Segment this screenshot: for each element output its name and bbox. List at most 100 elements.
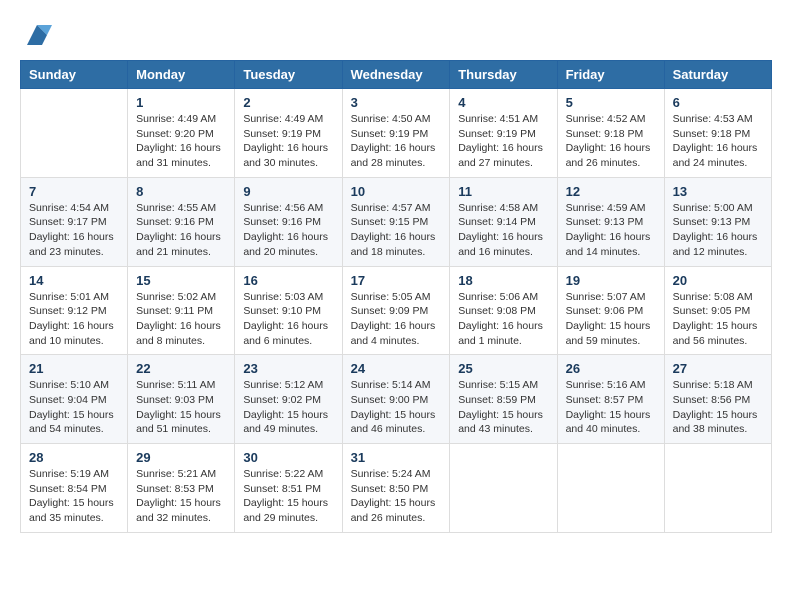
day-info: and 49 minutes. <box>243 422 333 437</box>
day-info: Sunrise: 5:24 AM <box>351 467 442 482</box>
calendar-day-header: Wednesday <box>342 61 450 89</box>
day-number: 16 <box>243 273 333 288</box>
day-info: Daylight: 15 hours <box>136 496 226 511</box>
calendar-cell: 31Sunrise: 5:24 AMSunset: 8:50 PMDayligh… <box>342 444 450 533</box>
day-info: Daylight: 15 hours <box>29 496 119 511</box>
day-info: Sunrise: 4:52 AM <box>566 112 656 127</box>
day-info: Sunset: 9:02 PM <box>243 393 333 408</box>
day-number: 19 <box>566 273 656 288</box>
day-info: Daylight: 15 hours <box>566 408 656 423</box>
day-number: 13 <box>673 184 763 199</box>
calendar-cell: 6Sunrise: 4:53 AMSunset: 9:18 PMDaylight… <box>664 89 771 178</box>
day-info: and 43 minutes. <box>458 422 548 437</box>
day-info: Sunrise: 5:19 AM <box>29 467 119 482</box>
day-info: Daylight: 15 hours <box>351 496 442 511</box>
calendar-cell: 26Sunrise: 5:16 AMSunset: 8:57 PMDayligh… <box>557 355 664 444</box>
day-number: 3 <box>351 95 442 110</box>
calendar-cell: 16Sunrise: 5:03 AMSunset: 9:10 PMDayligh… <box>235 266 342 355</box>
day-number: 1 <box>136 95 226 110</box>
day-number: 20 <box>673 273 763 288</box>
day-info: Sunset: 9:19 PM <box>458 127 548 142</box>
day-info: Sunrise: 5:16 AM <box>566 378 656 393</box>
day-info: and 30 minutes. <box>243 156 333 171</box>
calendar-cell: 11Sunrise: 4:58 AMSunset: 9:14 PMDayligh… <box>450 177 557 266</box>
day-info: Sunset: 9:16 PM <box>136 215 226 230</box>
day-info: Daylight: 16 hours <box>243 230 333 245</box>
day-info: Sunset: 9:11 PM <box>136 304 226 319</box>
day-info: Daylight: 16 hours <box>136 319 226 334</box>
logo-icon <box>22 20 52 50</box>
day-info: Sunrise: 4:51 AM <box>458 112 548 127</box>
calendar-day-header: Saturday <box>664 61 771 89</box>
day-info: and 16 minutes. <box>458 245 548 260</box>
calendar-week-row: 7Sunrise: 4:54 AMSunset: 9:17 PMDaylight… <box>21 177 772 266</box>
day-info: Sunset: 9:15 PM <box>351 215 442 230</box>
day-info: and 38 minutes. <box>673 422 763 437</box>
day-info: Sunset: 9:06 PM <box>566 304 656 319</box>
day-info: and 23 minutes. <box>29 245 119 260</box>
day-number: 27 <box>673 361 763 376</box>
day-info: Sunrise: 5:08 AM <box>673 290 763 305</box>
day-info: and 6 minutes. <box>243 334 333 349</box>
day-info: and 14 minutes. <box>566 245 656 260</box>
day-info: Daylight: 15 hours <box>29 408 119 423</box>
day-info: Daylight: 15 hours <box>351 408 442 423</box>
day-number: 26 <box>566 361 656 376</box>
day-info: Sunset: 8:59 PM <box>458 393 548 408</box>
day-info: Daylight: 15 hours <box>566 319 656 334</box>
day-info: Sunrise: 5:22 AM <box>243 467 333 482</box>
calendar-week-row: 1Sunrise: 4:49 AMSunset: 9:20 PMDaylight… <box>21 89 772 178</box>
day-info: and 46 minutes. <box>351 422 442 437</box>
day-info: Sunset: 8:51 PM <box>243 482 333 497</box>
day-number: 7 <box>29 184 119 199</box>
day-info: Sunset: 9:08 PM <box>458 304 548 319</box>
day-info: Sunrise: 4:54 AM <box>29 201 119 216</box>
calendar-cell: 15Sunrise: 5:02 AMSunset: 9:11 PMDayligh… <box>128 266 235 355</box>
day-info: Sunset: 9:09 PM <box>351 304 442 319</box>
day-info: and 29 minutes. <box>243 511 333 526</box>
day-info: and 40 minutes. <box>566 422 656 437</box>
logo <box>20 20 52 50</box>
day-info: Sunrise: 4:57 AM <box>351 201 442 216</box>
calendar-cell: 21Sunrise: 5:10 AMSunset: 9:04 PMDayligh… <box>21 355 128 444</box>
day-info: and 26 minutes. <box>351 511 442 526</box>
day-info: Sunrise: 5:10 AM <box>29 378 119 393</box>
calendar-cell: 29Sunrise: 5:21 AMSunset: 8:53 PMDayligh… <box>128 444 235 533</box>
day-info: Sunrise: 5:00 AM <box>673 201 763 216</box>
calendar-cell: 13Sunrise: 5:00 AMSunset: 9:13 PMDayligh… <box>664 177 771 266</box>
calendar-cell: 2Sunrise: 4:49 AMSunset: 9:19 PMDaylight… <box>235 89 342 178</box>
day-info: Daylight: 16 hours <box>29 230 119 245</box>
day-info: Daylight: 16 hours <box>136 230 226 245</box>
day-info: Sunrise: 5:03 AM <box>243 290 333 305</box>
calendar-cell: 14Sunrise: 5:01 AMSunset: 9:12 PMDayligh… <box>21 266 128 355</box>
calendar-cell: 8Sunrise: 4:55 AMSunset: 9:16 PMDaylight… <box>128 177 235 266</box>
day-info: Daylight: 15 hours <box>243 496 333 511</box>
day-info: Daylight: 16 hours <box>566 230 656 245</box>
day-info: Sunrise: 5:11 AM <box>136 378 226 393</box>
day-number: 15 <box>136 273 226 288</box>
calendar-cell: 28Sunrise: 5:19 AMSunset: 8:54 PMDayligh… <box>21 444 128 533</box>
calendar-day-header: Friday <box>557 61 664 89</box>
day-info: and 27 minutes. <box>458 156 548 171</box>
day-info: and 59 minutes. <box>566 334 656 349</box>
day-info: Sunset: 9:13 PM <box>673 215 763 230</box>
day-info: and 26 minutes. <box>566 156 656 171</box>
calendar-cell: 22Sunrise: 5:11 AMSunset: 9:03 PMDayligh… <box>128 355 235 444</box>
calendar-day-header: Thursday <box>450 61 557 89</box>
day-number: 31 <box>351 450 442 465</box>
day-info: Sunrise: 4:49 AM <box>243 112 333 127</box>
day-info: Sunset: 9:19 PM <box>243 127 333 142</box>
day-number: 4 <box>458 95 548 110</box>
day-info: Sunrise: 5:07 AM <box>566 290 656 305</box>
day-info: Sunset: 9:00 PM <box>351 393 442 408</box>
day-number: 5 <box>566 95 656 110</box>
day-number: 11 <box>458 184 548 199</box>
day-info: Sunset: 9:05 PM <box>673 304 763 319</box>
day-info: and 51 minutes. <box>136 422 226 437</box>
day-info: Sunrise: 5:15 AM <box>458 378 548 393</box>
day-info: and 35 minutes. <box>29 511 119 526</box>
day-info: Sunset: 8:56 PM <box>673 393 763 408</box>
day-number: 8 <box>136 184 226 199</box>
day-number: 17 <box>351 273 442 288</box>
calendar-day-header: Tuesday <box>235 61 342 89</box>
